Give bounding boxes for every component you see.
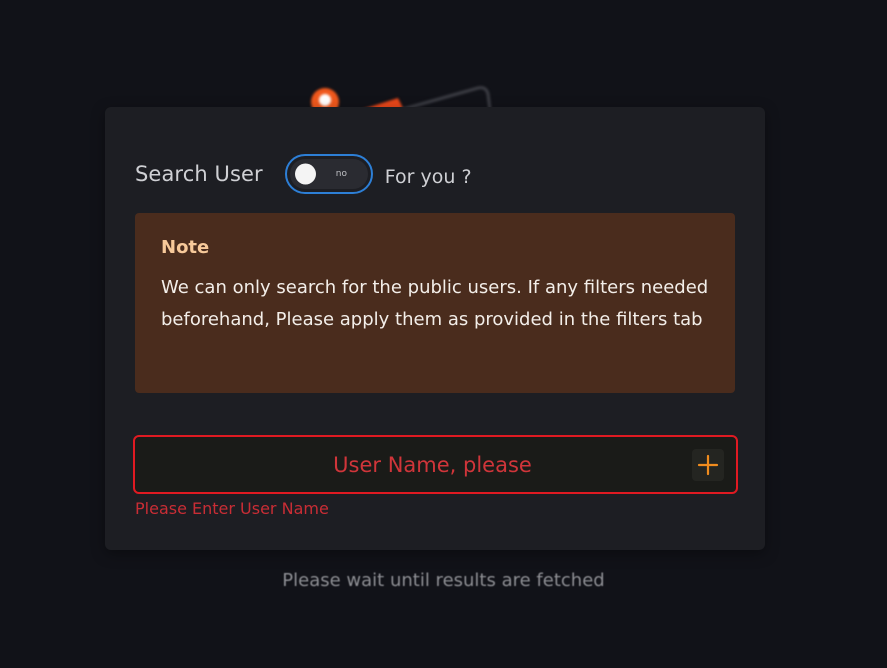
plus-icon (697, 454, 719, 475)
for-you-toggle[interactable]: no (284, 154, 373, 194)
search-header: Search User no For you ? (135, 153, 472, 195)
for-you-label: For you ? (384, 166, 472, 188)
page-background: Search User no For you ? Note We can onl… (0, 0, 887, 668)
user-name-input[interactable] (135, 436, 692, 493)
note-box: Note We can only search for the public u… (135, 213, 735, 393)
loading-status-text: Please wait until results are fetched (282, 570, 605, 591)
user-name-error: Please Enter User Name (135, 499, 329, 518)
toggle-knob (294, 163, 316, 185)
note-title: Note (161, 237, 210, 258)
note-body: We can only search for the public users.… (161, 277, 709, 330)
toggle-state-label: no (335, 169, 348, 179)
add-user-button[interactable] (692, 448, 724, 481)
user-name-field (133, 435, 738, 494)
search-user-card: Search User no For you ? Note We can onl… (105, 107, 765, 550)
toggle-track: no (289, 159, 368, 189)
search-user-title: Search User (135, 162, 263, 186)
